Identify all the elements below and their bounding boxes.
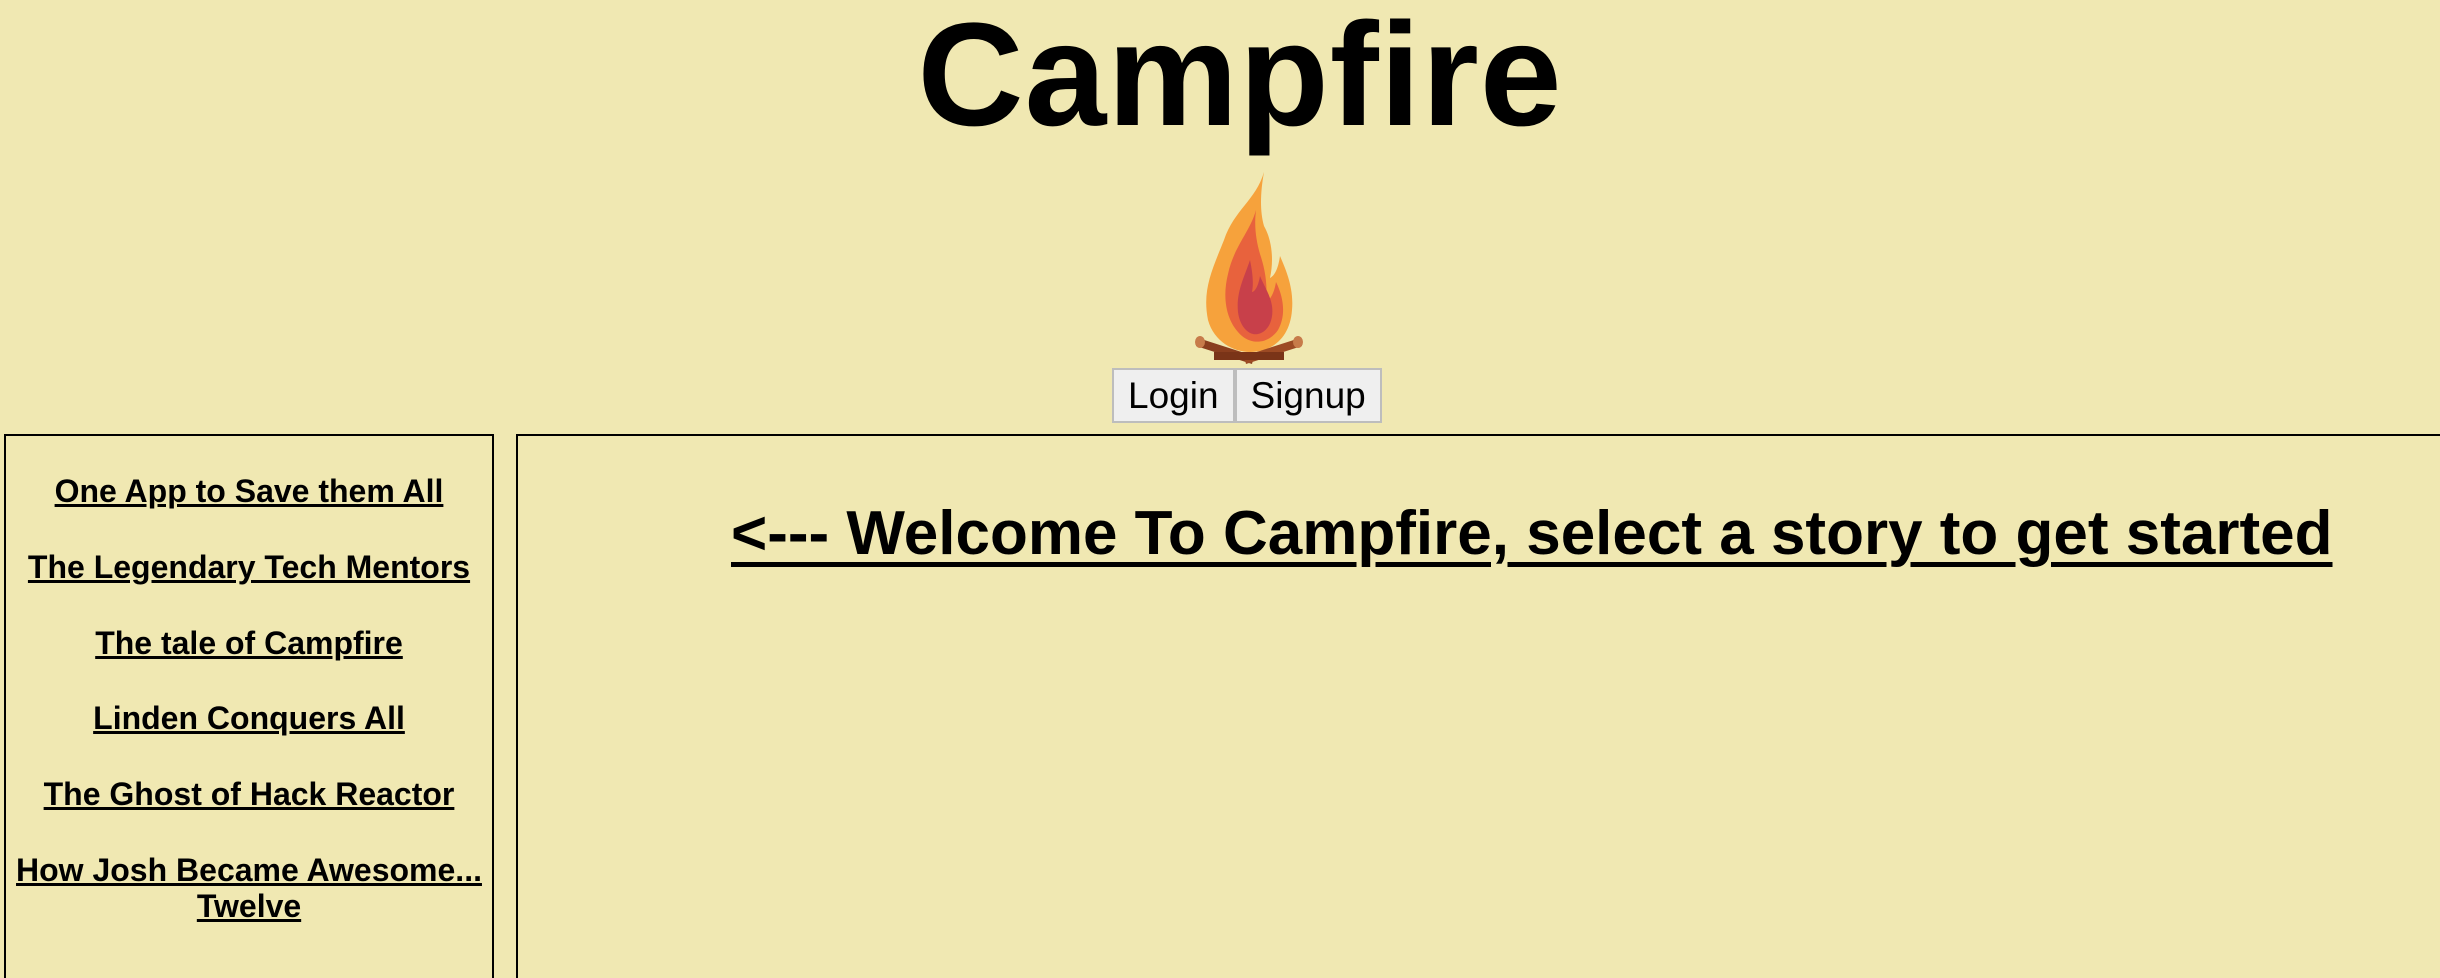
story-sidebar: One App to Save them All The Legendary T…: [4, 434, 494, 978]
login-button[interactable]: Login: [1112, 368, 1235, 423]
list-item: The tale of Campfire: [16, 625, 482, 662]
auth-buttons: Login Signup: [1112, 368, 1382, 423]
welcome-message: <--- Welcome To Campfire, select a story…: [731, 499, 2333, 568]
story-link[interactable]: How Josh Became Awesome... Twelve: [16, 852, 482, 924]
list-item: The Legendary Tech Mentors: [16, 549, 482, 586]
story-list: One App to Save them All The Legendary T…: [6, 436, 492, 925]
page: Campfire Login Signup One App to Save th…: [0, 0, 2440, 978]
signup-button[interactable]: Signup: [1234, 368, 1382, 423]
campfire-icon: [1195, 172, 1303, 364]
story-link[interactable]: The Legendary Tech Mentors: [28, 549, 470, 585]
list-item: Linden Conquers All: [16, 701, 482, 737]
list-item: One App to Save them All: [16, 473, 482, 510]
story-link[interactable]: The Ghost of Hack Reactor: [44, 776, 455, 812]
app-title: Campfire: [917, 0, 1563, 157]
header: Campfire Login Signup: [0, 0, 2440, 430]
main-panel: <--- Welcome To Campfire, select a story…: [516, 434, 2440, 978]
story-link[interactable]: Linden Conquers All: [93, 700, 405, 737]
list-item: How Josh Became Awesome... Twelve: [16, 852, 482, 925]
story-link[interactable]: The tale of Campfire: [95, 625, 403, 661]
list-item: The Ghost of Hack Reactor: [16, 776, 482, 813]
story-link[interactable]: One App to Save them All: [55, 473, 444, 509]
